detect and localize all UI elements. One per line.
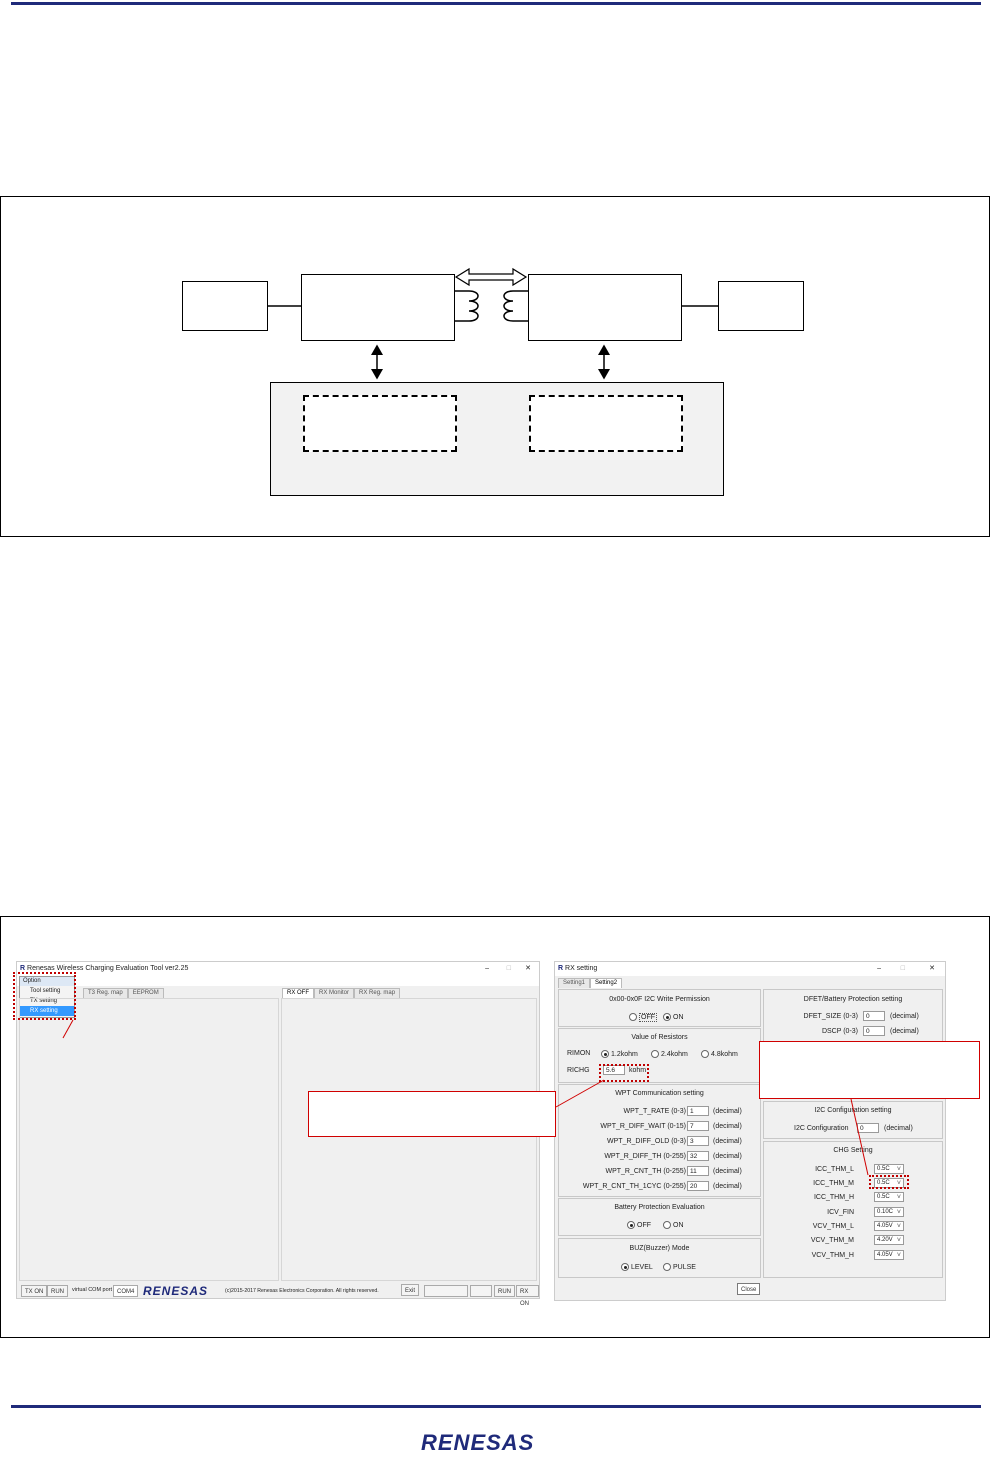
callout-leaders: [62, 1019, 869, 1176]
footer-rule: [11, 1405, 981, 1408]
block-diagram-frame: [0, 196, 990, 537]
screenshot-figure-frame: R Renesas Wireless Charging Evaluation T…: [0, 916, 990, 1338]
footer-renesas-logo: RENESAS: [421, 1430, 535, 1455]
header-rule: [11, 2, 981, 5]
diagram-connectors: [268, 267, 718, 380]
